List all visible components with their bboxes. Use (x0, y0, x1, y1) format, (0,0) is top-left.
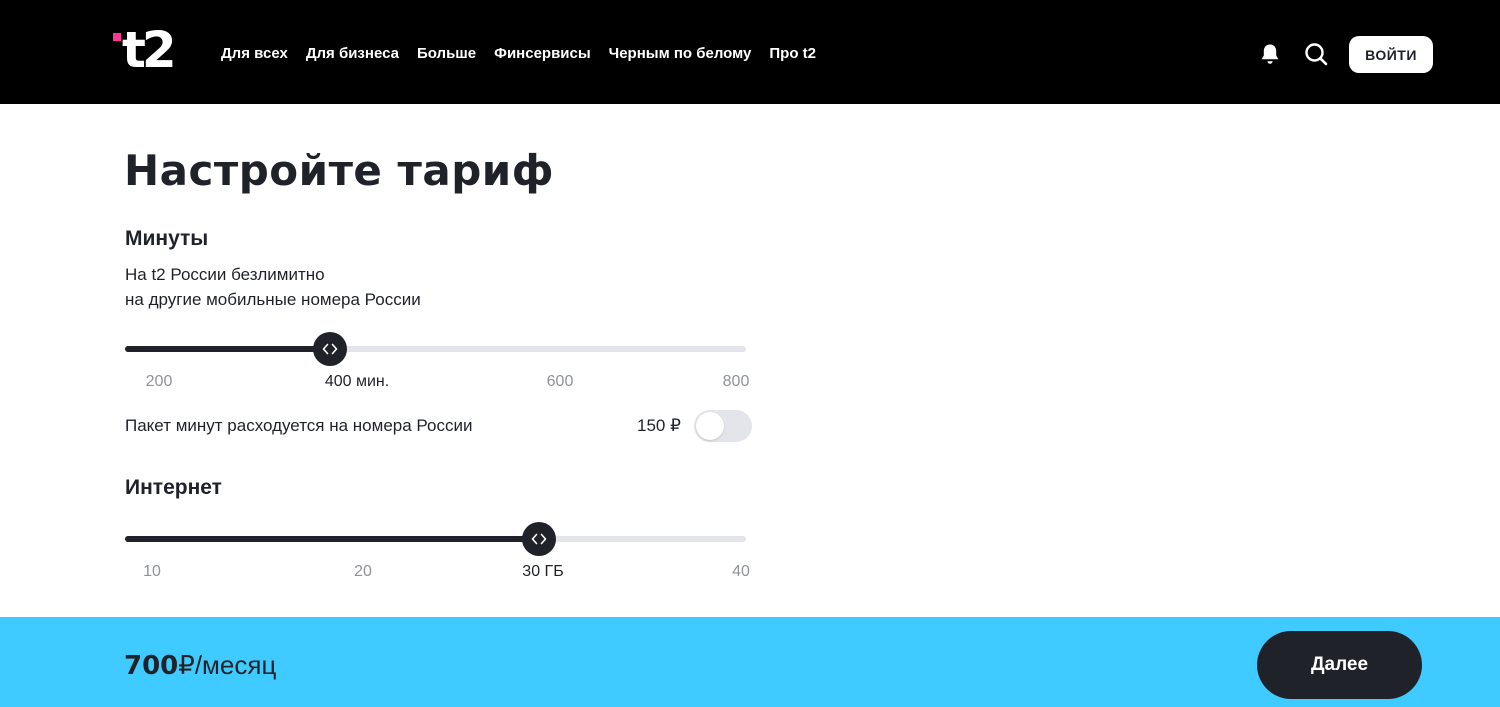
arrows-left-right-icon (322, 343, 338, 355)
next-button[interactable]: Далее (1257, 631, 1422, 699)
minutes-tick-800[interactable]: 800 (723, 372, 750, 392)
bell-icon[interactable] (1257, 41, 1283, 67)
minutes-slider-thumb[interactable] (312, 332, 347, 366)
internet-section-title: Интернет (125, 476, 222, 499)
t2-logo[interactable]: t2 (113, 21, 179, 79)
price-summary-bar: 700₽/месяц Далее (0, 617, 1500, 707)
minutes-section-title: Минуты (125, 227, 209, 250)
internet-tick-20[interactable]: 20 (354, 562, 372, 582)
toggle-knob (696, 412, 724, 440)
nav-link-more[interactable]: Больше (417, 44, 476, 64)
monthly-price: 700₽/месяц (124, 649, 276, 682)
arrows-left-right-icon (531, 533, 546, 545)
nav-link-about-t2[interactable]: Про t2 (769, 44, 816, 64)
minutes-description-line-1: На t2 России безлимитно (125, 265, 325, 284)
minutes-package-toggle[interactable] (694, 410, 752, 442)
internet-slider-thumb[interactable] (521, 522, 556, 556)
minutes-package-label: Пакет минут расходуется на номера России (125, 416, 473, 435)
monthly-price-amount: 700 (124, 651, 179, 681)
main-nav: Для всех Для бизнеса Больше Финсервисы Ч… (221, 44, 816, 64)
internet-tick-40[interactable]: 40 (732, 562, 750, 582)
search-icon[interactable] (1303, 41, 1329, 67)
minutes-tick-600[interactable]: 600 (547, 372, 574, 392)
nav-link-for-business[interactable]: Для бизнеса (306, 44, 399, 64)
internet-slider[interactable] (125, 522, 746, 556)
nav-link-black-on-white[interactable]: Черным по белому (609, 44, 752, 64)
internet-slider-fill (125, 536, 539, 542)
top-navigation-bar: t2 Для всех Для бизнеса Больше Финсервис… (0, 0, 1500, 104)
logo-pink-dot (113, 33, 121, 41)
nav-link-for-everyone[interactable]: Для всех (221, 44, 288, 64)
minutes-tick-400-selected[interactable]: 400 мин. (325, 372, 389, 392)
minutes-description-line-2: на другие мобильные номера России (125, 290, 421, 309)
minutes-package-price: 150 ₽ (637, 416, 681, 435)
internet-tick-30-selected[interactable]: 30 ГБ (522, 562, 563, 582)
internet-tick-10[interactable]: 10 (143, 562, 161, 582)
page-title: Настройте тариф (124, 146, 554, 195)
minutes-slider[interactable] (125, 332, 746, 366)
monthly-price-unit: ₽/месяц (178, 650, 277, 680)
nav-link-finservices[interactable]: Финсервисы (494, 44, 591, 64)
minutes-slider-fill (125, 346, 330, 352)
minutes-tick-200[interactable]: 200 (146, 372, 173, 392)
login-button[interactable]: ВОЙТИ (1349, 36, 1433, 73)
logo-text: t2 (122, 21, 177, 79)
